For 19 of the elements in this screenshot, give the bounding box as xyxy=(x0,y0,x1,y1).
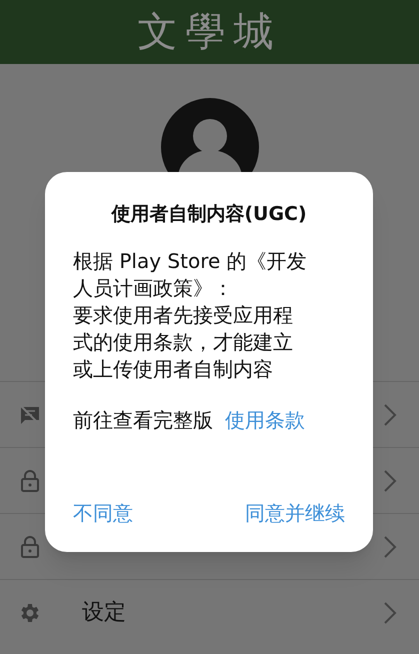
menu-row[interactable]: 设定 xyxy=(0,579,419,645)
dialog-text-line: 式的使用条款，才能建立 xyxy=(73,329,294,356)
app-logo: 文學城 xyxy=(138,8,282,57)
terms-link[interactable]: 使用条款 xyxy=(225,405,305,435)
dialog-text-line: 根据 Play Store 的《开发 xyxy=(73,248,308,275)
chevron-icon xyxy=(383,600,397,624)
chevron-icon xyxy=(383,402,397,426)
lock-icon xyxy=(20,534,40,558)
menu-label: 设定 xyxy=(82,600,126,625)
dialog-text-line: 人员计画政策》： xyxy=(73,275,234,302)
disagree-button[interactable]: 不同意 xyxy=(73,498,133,528)
agree-button[interactable]: 同意并继续 xyxy=(245,498,345,528)
dialog-text-line: 要求使用者先接受应用程 xyxy=(73,302,294,329)
chevron-icon xyxy=(383,534,397,558)
dialog-text-line: 或上传使用者自制内容 xyxy=(73,356,274,383)
chevron-icon xyxy=(383,468,397,492)
lock-icon xyxy=(20,468,40,492)
dialog-text: 前往查看完整版 xyxy=(73,407,213,434)
dialog-title: 使用者自制内容(UGC) xyxy=(110,202,308,226)
